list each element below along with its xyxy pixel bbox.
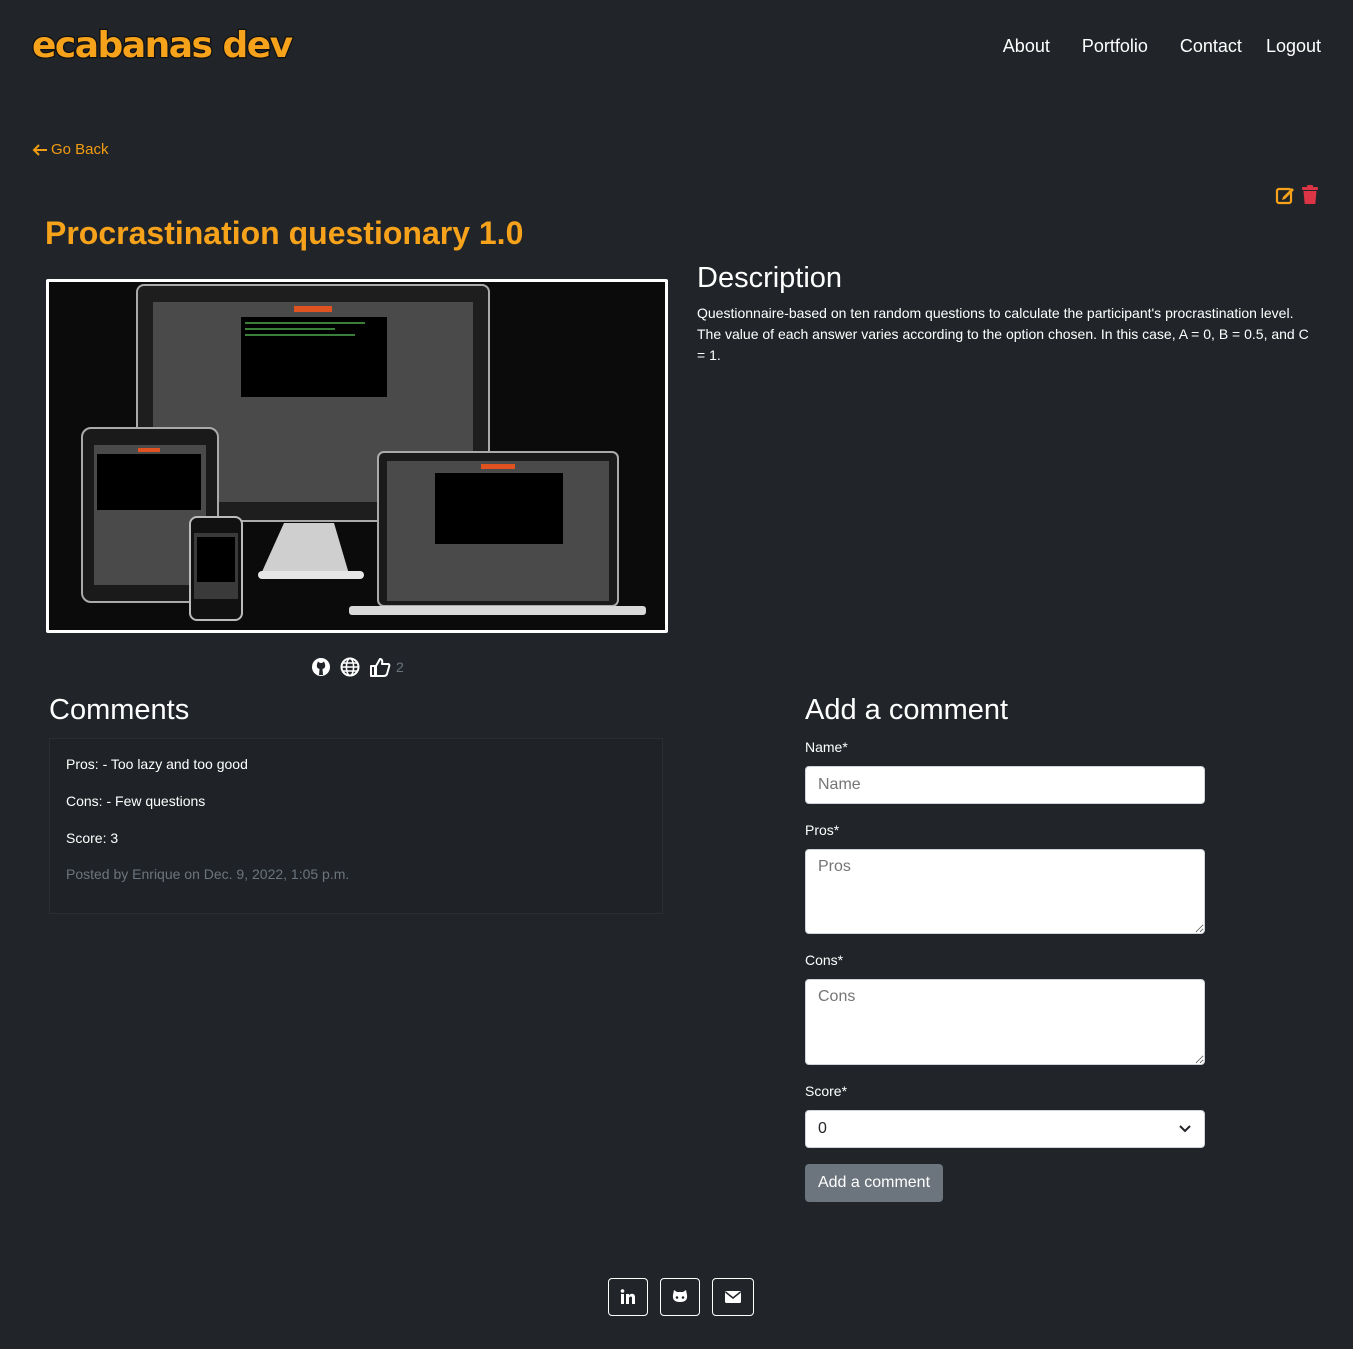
cons-label: Cons* bbox=[805, 952, 844, 968]
arrow-left-icon bbox=[32, 143, 47, 156]
project-screenshot bbox=[46, 279, 668, 633]
score-value: 0 bbox=[818, 1120, 827, 1137]
description-text: Questionnaire-based on ten random questi… bbox=[697, 305, 1309, 363]
trash-icon[interactable] bbox=[1301, 185, 1319, 205]
globe-icon[interactable] bbox=[340, 657, 360, 677]
thumbs-up-icon[interactable] bbox=[369, 657, 391, 677]
cons-input[interactable] bbox=[805, 979, 1205, 1065]
comment-score: Score: 3 bbox=[66, 830, 119, 846]
main-nav: About Portfolio Contact Logout bbox=[1003, 36, 1321, 57]
chevron-down-icon bbox=[1179, 1125, 1191, 1133]
logo-text: ecabanas dev bbox=[32, 25, 293, 64]
project-title: Procrastination questionary 1.0 bbox=[45, 215, 524, 251]
add-comment-button[interactable]: Add a comment bbox=[805, 1164, 943, 1202]
footer-social-links bbox=[608, 1278, 754, 1316]
go-back-label: Go Back bbox=[51, 141, 109, 158]
project-actions bbox=[1275, 185, 1319, 205]
edit-icon[interactable] bbox=[1275, 185, 1295, 205]
linkedin-icon bbox=[620, 1289, 635, 1304]
likes-count: 2 bbox=[396, 659, 404, 675]
name-label: Name* bbox=[805, 739, 848, 755]
comment-card: Pros: - Too lazy and too good Cons: - Fe… bbox=[49, 738, 663, 914]
score-label: Score* bbox=[805, 1083, 848, 1099]
nav-contact[interactable]: Contact bbox=[1180, 36, 1242, 57]
pros-input[interactable] bbox=[805, 849, 1205, 934]
comment-cons: Cons: - Few questions bbox=[66, 793, 206, 809]
pros-label: Pros* bbox=[805, 822, 840, 838]
comment-pros: Pros: - Too lazy and too good bbox=[66, 756, 248, 772]
comments-heading: Comments bbox=[49, 694, 190, 726]
github-icon[interactable] bbox=[311, 657, 331, 677]
nav-portfolio[interactable]: Portfolio bbox=[1082, 36, 1148, 57]
project-links: 2 bbox=[311, 657, 404, 677]
email-button[interactable] bbox=[712, 1278, 754, 1316]
score-select[interactable]: 0 bbox=[805, 1110, 1205, 1148]
go-back-link[interactable]: Go Back bbox=[32, 141, 109, 158]
github-button[interactable] bbox=[660, 1278, 700, 1316]
linkedin-button[interactable] bbox=[608, 1278, 648, 1316]
github-alt-icon bbox=[672, 1290, 688, 1302]
nav-logout[interactable]: Logout bbox=[1266, 36, 1321, 57]
envelope-icon bbox=[725, 1291, 741, 1303]
name-input[interactable] bbox=[805, 766, 1205, 804]
comment-meta: Posted by Enrique on Dec. 9, 2022, 1:05 … bbox=[66, 866, 350, 882]
nav-about[interactable]: About bbox=[1003, 36, 1050, 57]
add-comment-heading: Add a comment bbox=[805, 694, 1009, 726]
description-heading: Description bbox=[697, 262, 843, 294]
responsive-mockup-image bbox=[49, 282, 665, 630]
brand-logo[interactable]: ecabanas dev bbox=[31, 24, 323, 69]
